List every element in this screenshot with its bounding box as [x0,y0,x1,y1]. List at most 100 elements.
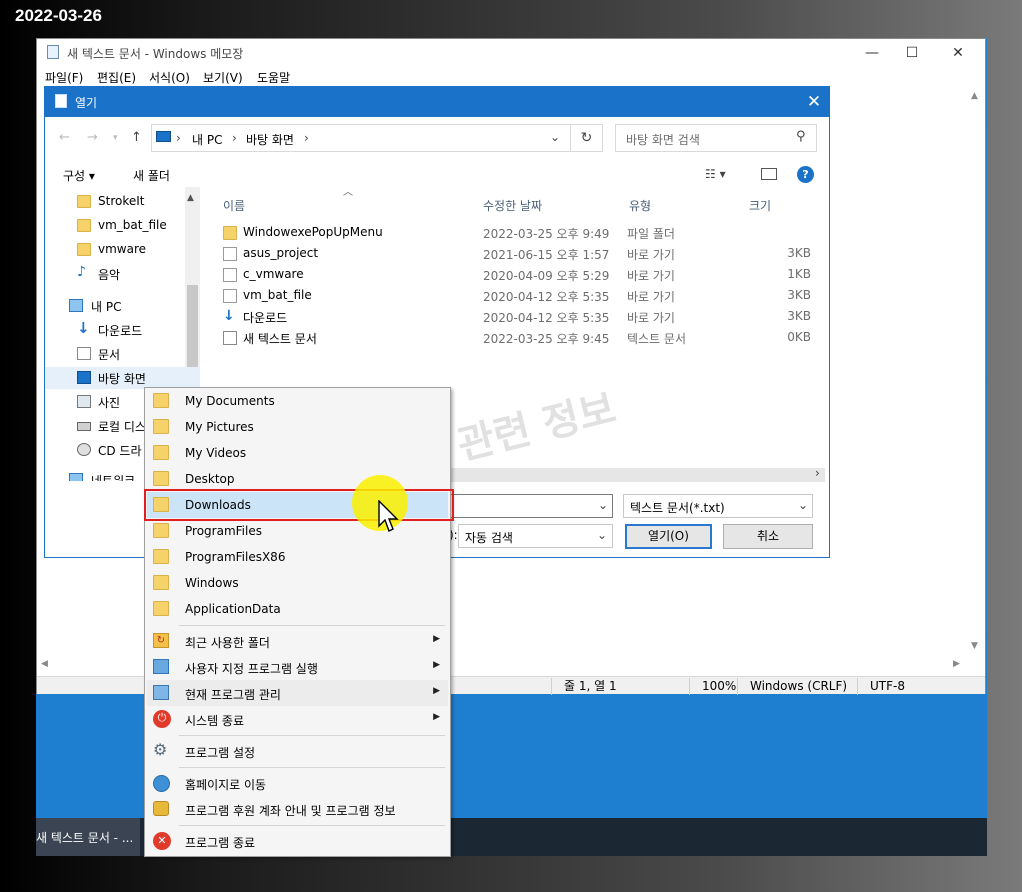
open-button[interactable]: 열기(O) [625,524,712,549]
menu-item-my-pictures[interactable]: My Pictures [147,414,448,440]
menu-item-program-files[interactable]: ProgramFiles [147,518,448,544]
file-row[interactable]: 새 텍스트 문서 2022-03-25 오후 9:45 텍스트 문서 0KB [223,328,823,349]
tree-item-vm-bat-file[interactable]: vm_bat_file [45,215,200,237]
file-row[interactable]: asus_project 2021-06-15 오후 1:57 바로 가기 3K… [223,244,823,265]
breadcrumb-desktop[interactable]: 바탕 화면 [246,131,294,148]
preview-pane-icon[interactable] [761,168,777,180]
menu-item-recent-folders[interactable]: ↻ 최근 사용한 폴더 ▶ [147,628,448,654]
scroll-left-icon[interactable]: ◀ [41,659,48,669]
menu-separator [179,767,445,768]
menu-format[interactable]: 서식(O) [149,69,190,86]
column-name[interactable]: 이름 [223,197,245,214]
recent-chevron-icon[interactable]: ▾ [113,133,118,143]
recent-folder-icon: ↻ [153,633,169,648]
menu-item-program-files-x86[interactable]: ProgramFilesX86 [147,544,448,570]
refresh-button[interactable]: ↻ [571,124,603,152]
sort-up-icon: ︿ [343,187,353,198]
tree-item-vmware[interactable]: vmware [45,239,200,261]
horizontal-scrollbar[interactable] [423,468,825,482]
vertical-scrollbar[interactable]: ▲ ▼ [967,89,985,679]
column-size[interactable]: 크기 [749,197,771,214]
submenu-arrow-icon: ▶ [433,712,440,722]
new-folder-button[interactable]: 새 폴더 [133,167,170,184]
menu-help[interactable]: 도움말 [257,69,290,86]
menu-item-label: 사용자 지정 프로그램 실행 [185,662,318,676]
breadcrumb-pc[interactable]: 내 PC [192,131,222,148]
tree-item-strokeit[interactable]: StrokeIt [45,191,200,213]
search-input[interactable]: 바탕 화면 검색 ⚲ [615,124,817,152]
dialog-titlebar: 열기 ✕ [45,87,829,117]
help-icon[interactable]: ? [797,166,814,183]
maximize-button[interactable]: ☐ [889,39,935,67]
file-row[interactable]: ↓ 다운로드 2020-04-12 오후 5:35 바로 가기 3KB [223,307,823,328]
folder-icon [153,393,169,408]
file-row[interactable]: c_vmware 2020-04-09 오후 5:29 바로 가기 1KB [223,265,823,286]
folder-icon [153,601,169,616]
folder-icon [153,471,169,486]
dialog-close-button[interactable]: ✕ [799,87,829,117]
tree-item-this-pc[interactable]: 내 PC [45,295,200,317]
organize-button[interactable]: 구성 ▾ [63,167,95,184]
file-date: 2022-03-25 오후 9:49 [483,227,610,241]
menu-item-manage-current-program[interactable]: 현재 프로그램 관리 ▶ [147,680,448,706]
file-date: 2020-04-12 오후 5:35 [483,290,610,304]
file-date: 2021-06-15 오후 1:57 [483,248,610,262]
breadcrumb-separator-icon: › [304,131,309,145]
file-size: 3KB [787,288,811,302]
menu-file[interactable]: 파일(F) [45,69,83,86]
file-name: 다운로드 [243,311,288,325]
menu-edit[interactable]: 편집(E) [97,69,136,86]
dialog-title: 열기 [75,96,98,110]
breadcrumb-separator-icon: › [176,131,181,145]
cancel-button[interactable]: 취소 [723,524,813,549]
download-icon: ↓ [77,319,90,337]
back-icon[interactable]: ← [59,130,70,145]
menu-item-shutdown[interactable]: ⏻ 시스템 종료 ▶ [147,706,448,732]
folder-icon [153,419,169,434]
taskbar-item-notepad[interactable]: 새 텍스트 문서 - ... [36,818,140,856]
scroll-down-icon[interactable]: ▼ [971,641,978,651]
close-button[interactable]: ✕ [935,39,981,67]
tree-item-desktop[interactable]: 바탕 화면 [45,367,200,389]
tree-item-downloads[interactable]: ↓ 다운로드 [45,319,200,341]
forward-icon[interactable]: → [87,130,98,145]
menu-item-label: Desktop [185,472,235,486]
music-icon: ♪ [77,264,86,280]
address-bar[interactable]: › 내 PC › 바탕 화면 › ⌄ [151,124,571,152]
status-position: 줄 1, 열 1 [551,678,691,695]
menu-item-run-custom-program[interactable]: 사용자 지정 프로그램 실행 ▶ [147,654,448,680]
menu-item-exit-program[interactable]: ✕ 프로그램 종료 [147,828,448,854]
picture-icon [77,395,91,408]
file-size: 1KB [787,267,811,281]
filename-input[interactable]: ⌄ [445,494,613,518]
chevron-down-icon[interactable]: ⌄ [598,498,608,512]
tree-item-music[interactable]: ♪ 음악 [45,263,200,285]
menu-item-donate-info[interactable]: 프로그램 후원 계좌 안내 및 프로그램 정보 [147,796,448,822]
menu-item-windows[interactable]: Windows [147,570,448,596]
column-type[interactable]: 유형 [629,197,651,214]
file-row[interactable]: WindowexePopUpMenu 2022-03-25 오후 9:49 파일… [223,223,823,244]
menu-item-program-settings[interactable]: ⚙ 프로그램 설정 [147,738,448,764]
tree-item-documents[interactable]: 문서 [45,343,200,365]
encoding-select[interactable]: 자동 검색 ⌄ [458,524,613,548]
menu-item-application-data[interactable]: ApplicationData [147,596,448,622]
file-row[interactable]: vm_bat_file 2020-04-12 오후 5:35 바로 가기 3KB [223,286,823,307]
menu-bar: 파일(F) 편집(E) 서식(O) 보기(V) 도움말 [37,68,985,88]
submenu-arrow-icon: ▶ [433,686,440,696]
menu-item-my-documents[interactable]: My Documents [147,388,448,414]
mouse-cursor-icon [378,500,399,532]
scroll-right-icon[interactable]: ▶ [953,659,960,669]
search-icon[interactable]: ⚲ [796,129,806,144]
view-options-icon[interactable]: ☷ ▾ [705,167,726,181]
filetype-select[interactable]: 텍스트 문서(*.txt) ⌄ [623,494,813,518]
menu-view[interactable]: 보기(V) [203,69,243,86]
network-icon [69,473,83,481]
up-icon[interactable]: ↑ [131,130,142,145]
search-placeholder: 바탕 화면 검색 [626,133,700,147]
menu-item-homepage[interactable]: 홈페이지로 이동 [147,770,448,796]
column-date[interactable]: 수정한 날짜 [483,197,542,214]
chevron-down-icon[interactable]: ⌄ [550,130,560,144]
scroll-right-icon[interactable]: › [815,466,820,480]
menu-item-my-videos[interactable]: My Videos [147,440,448,466]
scroll-up-icon[interactable]: ▲ [971,91,978,101]
